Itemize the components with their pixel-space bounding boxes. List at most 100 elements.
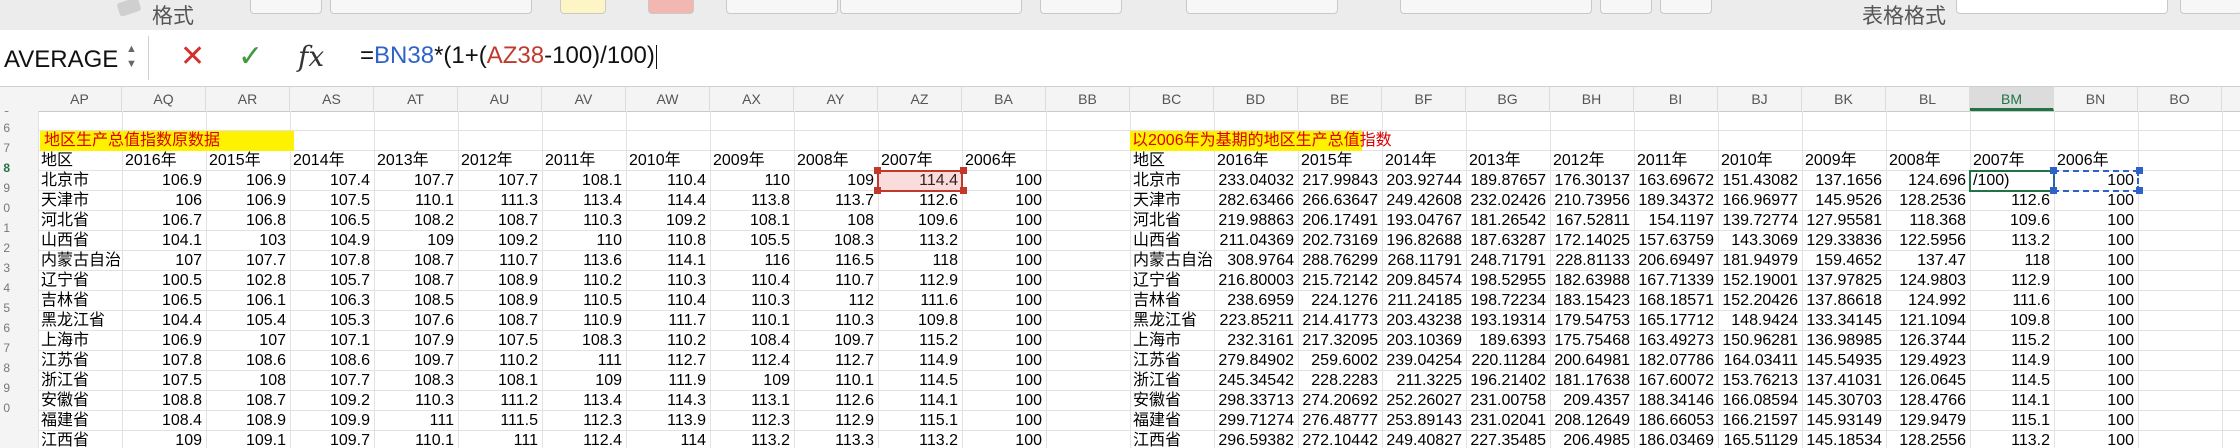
left-table-data-cell[interactable]: 111.7 — [626, 311, 706, 331]
left-table-data-cell[interactable]: 108.3 — [794, 231, 874, 251]
right-table-header-cell[interactable]: 地区 — [1133, 151, 1214, 171]
right-table-data-cell[interactable]: 165.17712 — [1634, 311, 1714, 331]
left-table-data-cell[interactable]: 112.7 — [794, 351, 874, 371]
right-table-header-cell[interactable]: 2012年 — [1553, 151, 1634, 171]
right-table-header-cell[interactable]: 2011年 — [1637, 151, 1718, 171]
right-table-data-cell[interactable]: 江苏省 — [1133, 351, 1214, 371]
left-table-data-cell[interactable]: 安徽省 — [41, 391, 122, 411]
left-table-data-cell[interactable]: 113.4 — [542, 391, 622, 411]
left-table-data-cell[interactable]: 113.4 — [542, 191, 622, 211]
right-table-data-cell[interactable]: 100 — [2054, 371, 2134, 391]
right-table-data-cell[interactable]: 124.9803 — [1886, 271, 1966, 291]
left-table-data-cell[interactable]: 112 — [794, 291, 874, 311]
right-table-data-cell[interactable]: 100 — [2054, 191, 2134, 211]
right-table-data-cell[interactable]: 128.2556 — [1886, 431, 1966, 448]
formula-input[interactable]: =BN38*(1+(AZ38-100)/100) — [360, 42, 657, 70]
right-table-data-cell[interactable]: 100 — [2054, 411, 2134, 431]
right-table-data-cell[interactable]: 233.04032 — [1214, 171, 1294, 191]
row-number[interactable]: 5 — [0, 299, 10, 318]
left-table-data-cell[interactable]: 110 — [542, 231, 622, 251]
row-number[interactable]: 9 — [0, 179, 10, 198]
right-table-data-cell[interactable]: 203.92744 — [1382, 171, 1462, 191]
right-table-data-cell[interactable]: 210.73956 — [1550, 191, 1630, 211]
right-table-data-cell[interactable]: 196.21402 — [1466, 371, 1546, 391]
left-table-data-cell[interactable]: 106.5 — [290, 211, 370, 231]
column-header-as[interactable]: AS — [290, 87, 374, 111]
right-table-data-cell[interactable]: 249.42608 — [1382, 191, 1462, 211]
left-table-data-cell[interactable]: 100 — [962, 311, 1042, 331]
row-number[interactable]: 8 — [0, 359, 10, 378]
right-table-data-cell[interactable]: 282.63466 — [1214, 191, 1294, 211]
left-table-data-cell[interactable]: 114.4 — [626, 191, 706, 211]
right-table-data-cell[interactable]: 127.95581 — [1802, 211, 1882, 231]
right-table-data-cell[interactable]: 272.10442 — [1298, 431, 1378, 448]
right-table-data-cell[interactable]: 109.6 — [1970, 211, 2050, 231]
increase-decimal-button[interactable] — [1660, 0, 1712, 14]
right-table-data-cell[interactable]: 137.86618 — [1802, 291, 1882, 311]
font-color-button[interactable] — [648, 0, 694, 14]
left-table-data-cell[interactable]: 108.2 — [374, 211, 454, 231]
right-table-data-cell[interactable]: 308.9764 — [1214, 251, 1294, 271]
right-table-data-cell[interactable]: 166.08594 — [1718, 391, 1798, 411]
right-table-data-cell[interactable]: 259.6002 — [1298, 351, 1378, 371]
left-table-data-cell[interactable]: 111.9 — [626, 371, 706, 391]
left-table-data-cell[interactable]: 109.9 — [290, 411, 370, 431]
left-table-data-cell[interactable]: 108 — [206, 371, 286, 391]
highlight-color-button[interactable] — [560, 0, 606, 14]
confirm-icon[interactable]: ✓ — [238, 40, 263, 74]
left-table-data-cell[interactable]: 113.1 — [710, 391, 790, 411]
left-table-data-cell[interactable]: 109 — [374, 231, 454, 251]
left-table-data-cell[interactable]: 107.1 — [290, 331, 370, 351]
left-table-data-cell[interactable]: 100 — [962, 431, 1042, 448]
format-label[interactable]: 格式 — [152, 0, 194, 30]
left-table-data-cell[interactable]: 114.1 — [878, 391, 958, 411]
right-table-data-cell[interactable]: 100 — [2054, 271, 2134, 291]
row-number[interactable]: 0 — [0, 199, 10, 218]
left-table-data-cell[interactable]: 山西省 — [41, 231, 122, 251]
left-table-data-cell[interactable]: 吉林省 — [41, 291, 122, 311]
active-cell-bm[interactable] — [1969, 170, 2055, 192]
column-header-au[interactable]: AU — [458, 87, 542, 111]
left-table-data-cell[interactable]: 110.7 — [794, 271, 874, 291]
left-table-data-cell[interactable]: 115.1 — [878, 411, 958, 431]
left-table-data-cell[interactable]: 109.1 — [206, 431, 286, 448]
right-table-data-cell[interactable]: 228.2283 — [1298, 371, 1378, 391]
left-table-data-cell[interactable]: 100 — [962, 231, 1042, 251]
ribbon-button[interactable] — [330, 0, 532, 14]
column-header-ar[interactable]: AR — [206, 87, 290, 111]
left-table-header-cell[interactable]: 2006年 — [965, 151, 1046, 171]
table-format-label[interactable]: 表格格式 — [1862, 0, 1946, 30]
left-table-header-cell[interactable]: 2010年 — [629, 151, 710, 171]
left-table-data-cell[interactable]: 107.8 — [290, 251, 370, 271]
left-table-data-cell[interactable]: 105.3 — [290, 311, 370, 331]
left-table-data-cell[interactable]: 110.1 — [374, 191, 454, 211]
right-table-data-cell[interactable]: 152.20426 — [1718, 291, 1798, 311]
left-table-data-cell[interactable]: 112.7 — [626, 351, 706, 371]
left-table-data-cell[interactable]: 110.3 — [626, 271, 706, 291]
left-table-data-cell[interactable]: 107.7 — [458, 171, 538, 191]
table-style-box[interactable] — [1956, 0, 2168, 14]
right-table-data-cell[interactable]: 167.71339 — [1634, 271, 1714, 291]
right-table-data-cell[interactable]: 吉林省 — [1133, 291, 1214, 311]
left-table-data-cell[interactable]: 106.9 — [206, 171, 286, 191]
right-table-data-cell[interactable]: 124.992 — [1886, 291, 1966, 311]
left-table-data-cell[interactable]: 111 — [458, 431, 538, 448]
left-table-data-cell[interactable]: 108.9 — [206, 411, 286, 431]
right-table-data-cell[interactable]: 274.20692 — [1298, 391, 1378, 411]
left-table-data-cell[interactable]: 112.6 — [878, 191, 958, 211]
right-table-data-cell[interactable]: 天津市 — [1133, 191, 1214, 211]
right-table-data-cell[interactable]: 129.33836 — [1802, 231, 1882, 251]
right-table-header-cell[interactable]: 2016年 — [1217, 151, 1298, 171]
left-table-data-cell[interactable]: 112.3 — [710, 411, 790, 431]
right-table-data-cell[interactable]: 211.24185 — [1382, 291, 1462, 311]
eraser-icon[interactable] — [116, 0, 142, 18]
left-table-header-cell[interactable]: 2009年 — [713, 151, 794, 171]
right-table-header-cell[interactable]: 2009年 — [1805, 151, 1886, 171]
left-table-data-cell[interactable]: 114.3 — [626, 391, 706, 411]
ribbon-button[interactable] — [2180, 0, 2240, 14]
left-table-header-cell[interactable]: 2016年 — [125, 151, 206, 171]
left-table-data-cell[interactable]: 109.7 — [374, 351, 454, 371]
right-table-data-cell[interactable]: 152.19001 — [1718, 271, 1798, 291]
row-number[interactable]: 7 — [0, 139, 10, 158]
right-table-data-cell[interactable]: 215.72142 — [1298, 271, 1378, 291]
